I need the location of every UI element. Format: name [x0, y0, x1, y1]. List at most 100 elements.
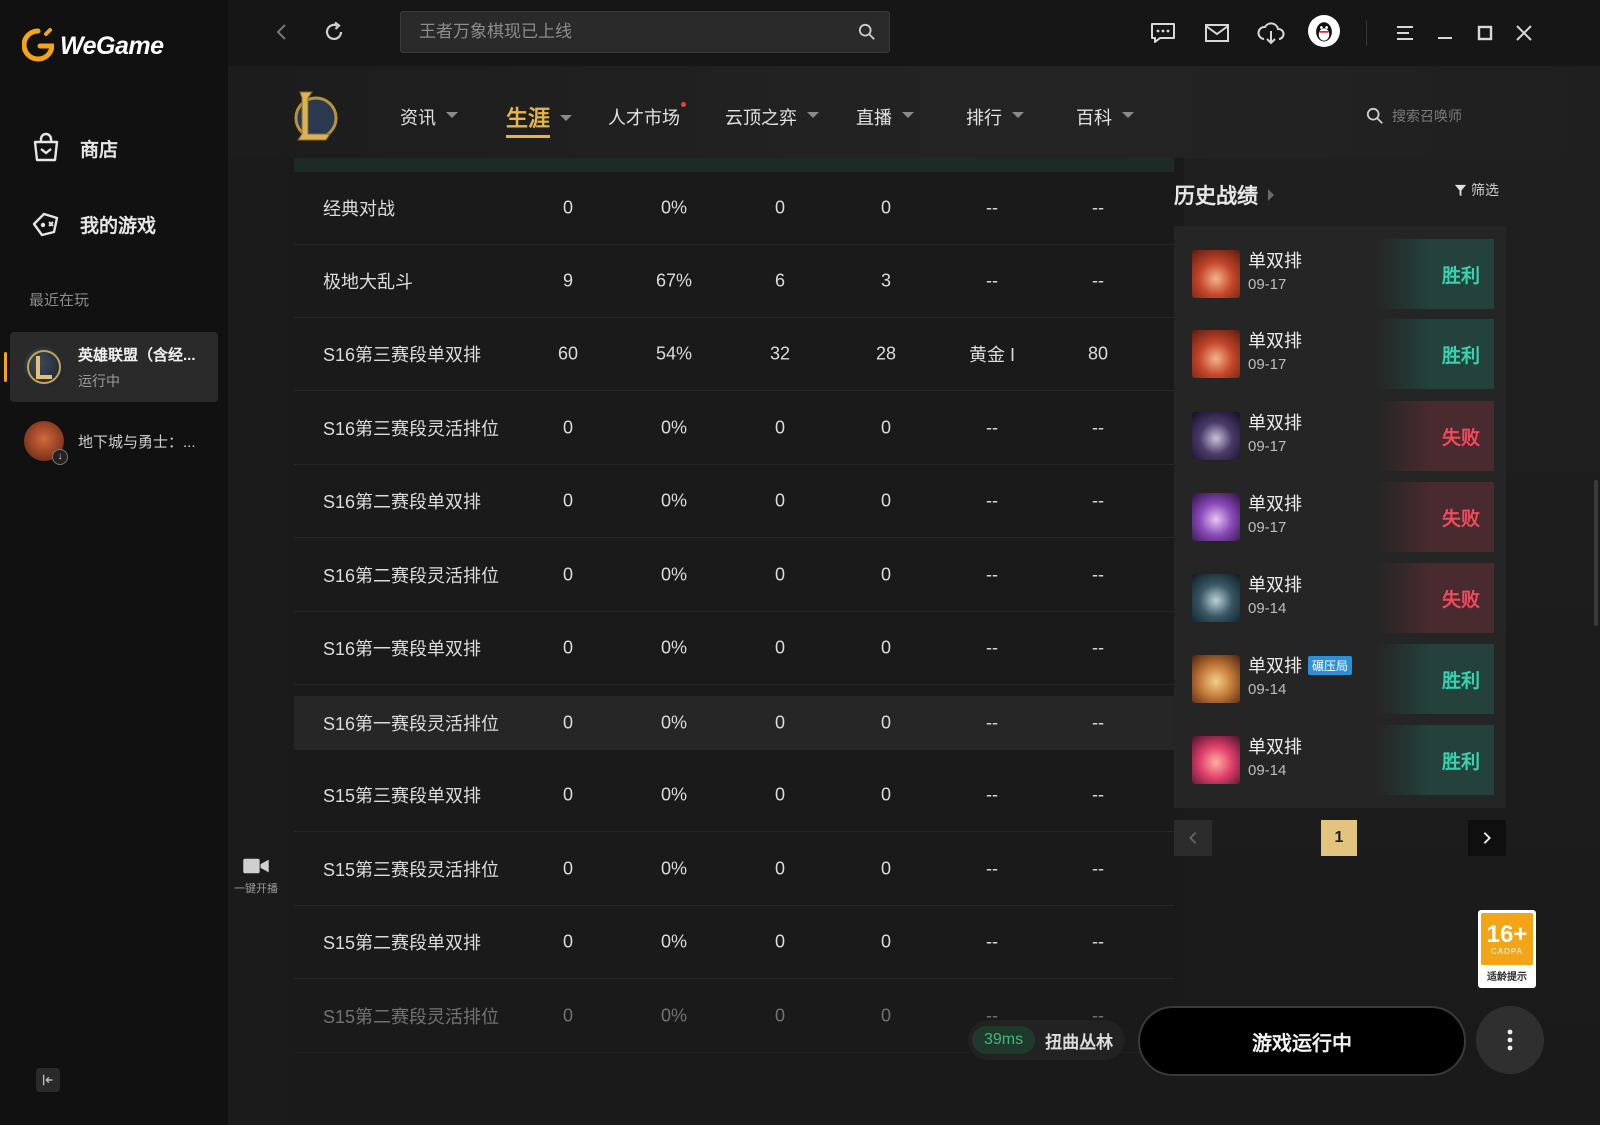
- match-result: 胜利: [1376, 644, 1494, 714]
- filter-button[interactable]: 筛选: [1454, 180, 1499, 200]
- game-running-button[interactable]: 游戏运行中: [1138, 1006, 1466, 1076]
- stats-points: --: [1092, 712, 1104, 733]
- tab-tft[interactable]: 云顶之弈: [725, 104, 819, 130]
- stats-row[interactable]: 经典对战 0 0% 0 0 -- --: [294, 172, 1174, 245]
- history-title[interactable]: 历史战绩: [1174, 180, 1274, 210]
- wegame-logo-text: WeGame: [60, 31, 164, 60]
- stats-row[interactable]: S15第三赛段单双排 0 0% 0 0 -- --: [294, 759, 1174, 832]
- summoner-search[interactable]: 搜索召唤师: [1366, 106, 1462, 126]
- maximize-button[interactable]: [1472, 20, 1498, 46]
- stats-points: --: [1092, 564, 1104, 585]
- match-item[interactable]: 单双排 09-14 失败: [1188, 563, 1494, 633]
- wegame-logo[interactable]: WeGame: [22, 28, 164, 64]
- stats-row[interactable]: S16第三赛段灵活排位 0 0% 0 0 -- --: [294, 392, 1174, 465]
- refresh-button[interactable]: [320, 18, 348, 46]
- recent-game-lol[interactable]: 英雄联盟（含经... 运行中: [4, 332, 218, 402]
- stats-mode: 极地大乱斗: [323, 272, 413, 292]
- match-item[interactable]: 单双排 碾压局 09-14 胜利: [1188, 644, 1494, 714]
- download-icon: ↓: [52, 449, 68, 465]
- stats-winrate: 0%: [660, 712, 688, 733]
- dnf-game-icon: ↓: [24, 421, 68, 465]
- match-item[interactable]: 单双排 09-14 胜利: [1188, 725, 1494, 795]
- stats-rank: --: [986, 197, 998, 218]
- champion-avatar: [1192, 736, 1240, 784]
- match-date: 09-14: [1248, 600, 1287, 617]
- stats-row[interactable]: S15第二赛段单双排 0 0% 0 0 -- --: [294, 906, 1174, 979]
- match-mode-text: 单双排: [1248, 575, 1302, 595]
- stats-rank: 黄金 I: [968, 345, 1016, 365]
- tab-live[interactable]: 直播: [856, 104, 914, 130]
- tab-news[interactable]: 资讯: [400, 104, 458, 130]
- match-history-list: 单双排 09-17 胜利 单双排 09-17 胜利 单双排 09-17 失败 单双排 09-17 失败…: [1174, 226, 1506, 808]
- stats-total: 0: [562, 197, 574, 218]
- match-date: 09-14: [1248, 681, 1287, 698]
- stats-row[interactable]: 极地大乱斗 9 67% 6 3 -- --: [294, 245, 1174, 318]
- stats-row[interactable]: S15第三赛段灵活排位 0 0% 0 0 -- --: [294, 833, 1174, 906]
- age-rating-org: CADPA: [1491, 946, 1523, 956]
- tab-ranking[interactable]: 排行: [966, 104, 1024, 130]
- chevron-left-icon: [276, 24, 286, 40]
- sidebar-item-shop[interactable]: 商店: [30, 132, 118, 164]
- match-mode-text: 单双排: [1248, 251, 1302, 271]
- stats-row[interactable]: S16第三赛段单双排 60 54% 32 28 黄金 I 80: [294, 318, 1174, 391]
- stats-total: 0: [562, 712, 574, 733]
- stats-rank: --: [986, 931, 998, 952]
- chat-button[interactable]: [1148, 18, 1178, 48]
- stats-mode: 经典对战: [323, 199, 395, 219]
- server-status[interactable]: 39ms 扭曲丛林: [968, 1020, 1126, 1060]
- match-item[interactable]: 单双排 09-17 失败: [1188, 401, 1494, 471]
- stats-row[interactable]: S16第一赛段灵活排位 0 0% 0 0 -- --: [294, 696, 1174, 750]
- chevron-right-icon: [1483, 832, 1491, 844]
- stats-mode: S16第三赛段单双排: [323, 345, 482, 365]
- recent-game-title: 英雄联盟（含经...: [78, 346, 196, 364]
- match-item[interactable]: 单双排 09-17 失败: [1188, 482, 1494, 552]
- stats-losses: 0: [880, 931, 892, 952]
- search-input[interactable]: [417, 21, 845, 43]
- stats-mode: S16第一赛段灵活排位: [323, 714, 500, 734]
- minimize-button[interactable]: [1432, 20, 1458, 46]
- stats-points: --: [1092, 197, 1104, 218]
- search-button[interactable]: [845, 23, 889, 41]
- mail-button[interactable]: [1202, 18, 1232, 48]
- recent-game-dnf[interactable]: ↓ 地下城与勇士：...: [10, 406, 218, 476]
- age-rating-badge[interactable]: 16+ CADPA 适龄提示: [1478, 910, 1536, 988]
- sidebar-item-my-games[interactable]: 我的游戏: [30, 208, 156, 240]
- stats-losses: 0: [880, 417, 892, 438]
- user-avatar[interactable]: [1308, 15, 1340, 47]
- pager-prev-button[interactable]: [1174, 820, 1212, 856]
- stats-row[interactable]: S16第二赛段单双排 0 0% 0 0 -- --: [294, 465, 1174, 538]
- stats-losses: 0: [880, 1005, 892, 1026]
- scrollbar[interactable]: [1594, 480, 1598, 626]
- match-item[interactable]: 单双排 09-17 胜利: [1188, 319, 1494, 389]
- stats-winrate: 0%: [660, 1005, 688, 1026]
- menu-button[interactable]: [1392, 20, 1418, 46]
- tab-career[interactable]: 生涯: [506, 101, 573, 138]
- lol-game-icon: [24, 347, 64, 387]
- pager-next-button[interactable]: [1468, 820, 1506, 856]
- age-rating-number: 16+: [1486, 920, 1528, 948]
- stats-winrate: 0%: [660, 197, 688, 218]
- caret-right-icon: [1268, 189, 1274, 201]
- stats-rank: --: [986, 712, 998, 733]
- tab-label: 排行: [966, 108, 1002, 128]
- stats-rank: --: [986, 784, 998, 805]
- close-button[interactable]: [1511, 20, 1537, 46]
- stats-row[interactable]: S16第一赛段单双排 0 0% 0 0 -- --: [294, 612, 1174, 685]
- tab-label: 人才市场: [608, 108, 680, 128]
- tab-talent-market[interactable]: 人才市场: [608, 102, 686, 130]
- more-options-button[interactable]: [1476, 1006, 1544, 1074]
- stats-points: --: [1092, 931, 1104, 952]
- match-mode-text: 单双排: [1248, 331, 1302, 351]
- lol-logo-icon[interactable]: [290, 88, 338, 144]
- one-click-stream-button[interactable]: 一键开播: [228, 856, 284, 896]
- chevron-left-icon: [1189, 832, 1197, 844]
- pager-current-page[interactable]: 1: [1321, 820, 1357, 856]
- collapse-sidebar-button[interactable]: [36, 1068, 60, 1092]
- tab-wiki[interactable]: 百科: [1076, 104, 1134, 130]
- match-item[interactable]: 单双排 09-17 胜利: [1188, 239, 1494, 309]
- match-result: 胜利: [1376, 239, 1494, 309]
- stats-row[interactable]: S16第二赛段灵活排位 0 0% 0 0 -- --: [294, 539, 1174, 612]
- back-button[interactable]: [268, 18, 296, 46]
- download-manager-button[interactable]: [1256, 18, 1286, 48]
- stats-mode: S15第三赛段灵活排位: [323, 860, 500, 880]
